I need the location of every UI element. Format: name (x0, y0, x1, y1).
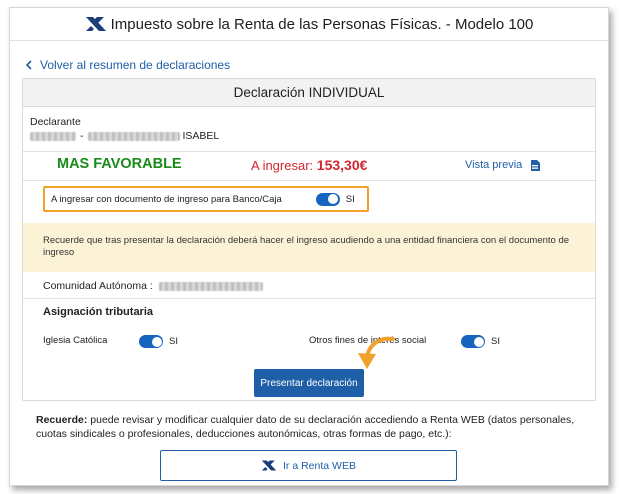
otros-fines-toggle-value: SI (491, 336, 500, 347)
go-renta-web-label: Ir a Renta WEB (283, 459, 356, 472)
iglesia-toggle-value: SI (169, 336, 178, 347)
divider (23, 151, 595, 152)
back-to-summary-link[interactable]: Volver al resumen de declaraciones (24, 58, 230, 72)
divider (23, 298, 595, 299)
preview-link-label: Vista previa (465, 159, 523, 171)
comunidad-label: Comunidad Autónoma : (43, 280, 153, 292)
redacted-surname (87, 131, 180, 141)
iglesia-toggle[interactable] (139, 335, 163, 348)
payment-notice: Recuerde que tras presentar la declaraci… (23, 223, 595, 272)
page-title: Impuesto sobre la Renta de las Personas … (110, 15, 534, 33)
declaration-card: Declaración INDIVIDUAL Declarante - ISAB… (22, 78, 596, 401)
amount-due: A ingresar: 153,30€ (251, 157, 367, 173)
ingreso-option-label: A ingresar con documento de ingreso para… (51, 193, 282, 205)
ingreso-toggle[interactable] (315, 192, 340, 206)
preview-link[interactable]: Vista previa (465, 159, 541, 171)
declarante-separator: - (80, 130, 84, 142)
divider (23, 180, 595, 181)
renta-web-reminder: Recuerde: puede revisar y modificar cual… (36, 413, 596, 441)
ingreso-document-option: A ingresar con documento de ingreso para… (43, 186, 369, 212)
amount-due-value: 153,30€ (316, 157, 368, 173)
declarante-label: Declarante (30, 116, 81, 128)
ingreso-toggle-value: SI (345, 193, 355, 205)
pdf-icon (531, 159, 541, 171)
declaration-title: Declaración INDIVIDUAL (23, 79, 595, 107)
header-bar: Impuesto sobre la Renta de las Personas … (10, 8, 608, 41)
declarante-first-name: ISABEL (182, 130, 220, 142)
pointer-arrow-icon (358, 336, 395, 369)
chevron-left-icon (25, 60, 32, 70)
result-favorable-label: MAS FAVORABLE (57, 156, 182, 172)
comunidad-row: Comunidad Autónoma : (43, 280, 263, 292)
aeat-logo-icon (261, 460, 277, 471)
redacted-nif (30, 131, 76, 141)
otros-fines-toggle-group: SI (461, 335, 500, 348)
reminder-bold: Recuerde: (36, 414, 88, 426)
otros-fines-toggle[interactable] (461, 335, 485, 348)
submit-declaration-button[interactable]: Presentar declaración (254, 369, 364, 397)
reminder-text: puede revisar y modificar cualquier dato… (36, 414, 575, 440)
amount-due-label: A ingresar: (251, 158, 314, 173)
page-container: Impuesto sobre la Renta de las Personas … (9, 7, 609, 486)
iglesia-label: Iglesia Católica (43, 335, 108, 346)
go-renta-web-button[interactable]: Ir a Renta WEB (160, 450, 457, 481)
asignacion-title: Asignación tributaria (43, 306, 154, 318)
declarante-name: - ISABEL (30, 130, 219, 142)
back-link-label: Volver al resumen de declaraciones (40, 58, 231, 72)
redacted-comunidad (158, 281, 263, 291)
iglesia-toggle-group: SI (139, 335, 178, 348)
aeat-logo-icon (85, 17, 106, 31)
